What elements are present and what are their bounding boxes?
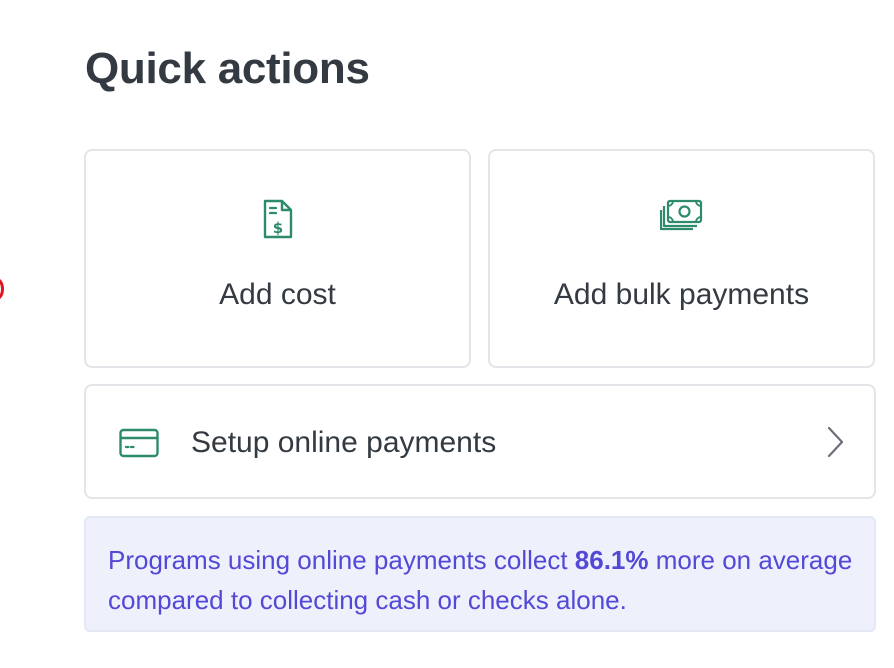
setup-online-payments-label: Setup online payments [191, 426, 497, 459]
online-payments-info-banner: Programs using online payments collect 8… [84, 516, 876, 632]
credit-card-icon [119, 428, 159, 463]
setup-online-payments-button[interactable]: Setup online payments [84, 384, 876, 499]
add-bulk-payments-button[interactable]: Add bulk payments [488, 149, 875, 368]
money-stack-icon [659, 198, 704, 237]
page-title: Quick actions [85, 44, 370, 93]
info-text-before: Programs using online payments collect [108, 545, 575, 575]
add-cost-label: Add cost [219, 278, 336, 311]
quick-actions-panel: Quick actions $ Add cost Add bulk paymen… [0, 0, 894, 668]
add-bulk-payments-label: Add bulk payments [553, 278, 810, 311]
chevron-right-icon [826, 426, 844, 463]
notification-indicator [0, 278, 4, 300]
receipt-dollar-icon: $ [262, 198, 294, 245]
svg-text:$: $ [272, 219, 282, 237]
add-cost-button[interactable]: $ Add cost [84, 149, 471, 368]
info-highlight-stat: 86.1% [574, 545, 649, 575]
